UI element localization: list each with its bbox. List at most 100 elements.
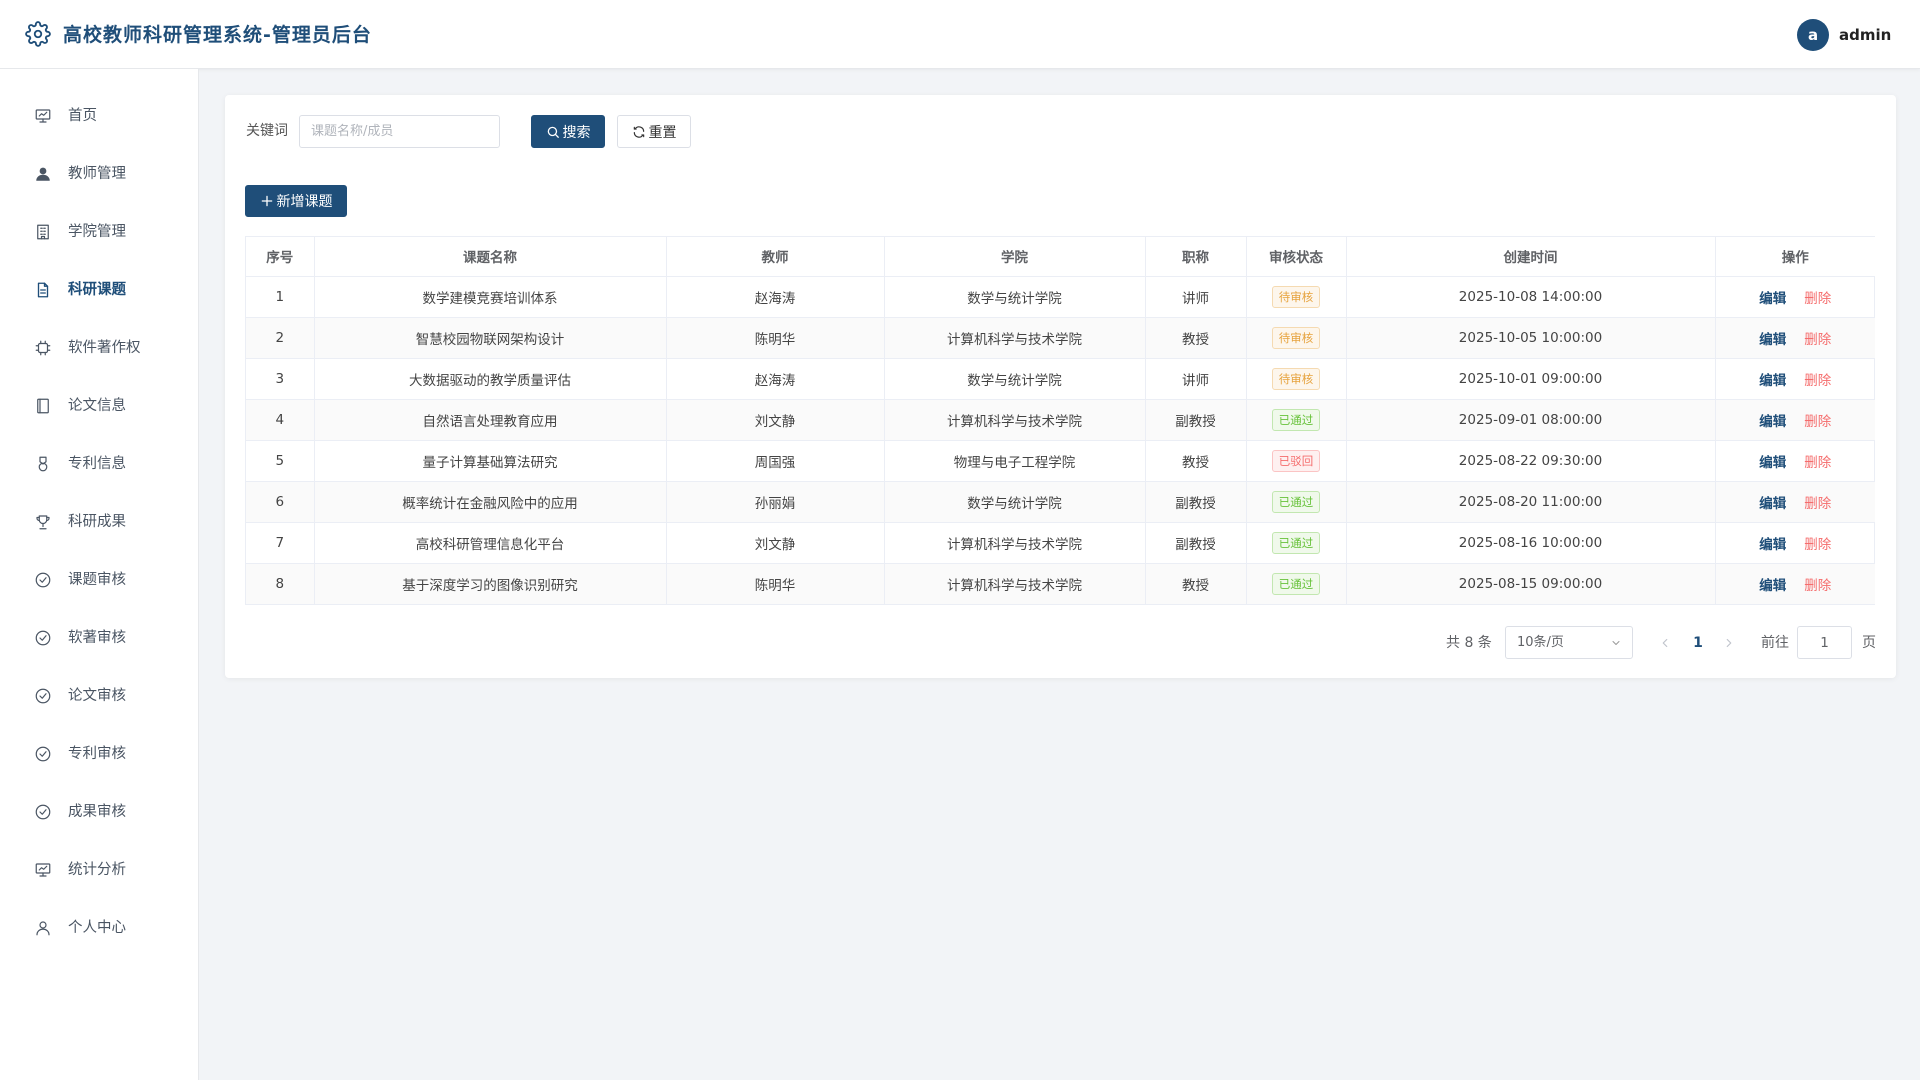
table-row: 6 概率统计在金融风险中的应用 孙丽娟 数学与统计学院 副教授 已通过 2025… [246,481,1875,523]
edit-link[interactable]: 编辑 [1759,537,1786,553]
edit-link[interactable]: 编辑 [1759,291,1786,307]
cell-created: 2025-08-22 09:30:00 [1346,440,1716,482]
sidebar-item-papers[interactable]: 论文信息 [0,381,199,431]
col-header-created[interactable]: 创建时间 [1346,237,1716,277]
col-header-name[interactable]: 课题名称 [314,237,667,277]
col-header-no[interactable]: 序号 [246,237,315,277]
sidebar-item-label: 学院管理 [68,224,126,240]
sidebar-item-patents[interactable]: 专利信息 [0,439,199,489]
cell-status: 已驳回 [1246,440,1347,482]
main-card: 关键词 搜索 重置 新增课题 序号 课题名称 教师 学院 职称 审 [225,95,1896,678]
refresh-icon [633,125,644,138]
cell-actions: 编辑 删除 [1715,522,1875,564]
chevron-down-icon [1612,641,1620,645]
col-header-college[interactable]: 学院 [884,237,1146,277]
cell-actions: 编辑 删除 [1715,481,1875,523]
col-header-status[interactable]: 审核状态 [1246,237,1347,277]
col-header-actions: 操作 [1715,237,1875,277]
cell-actions: 编辑 删除 [1715,317,1875,359]
chevron-right-icon[interactable] [1722,636,1736,650]
table-row: 2 智慧校园物联网架构设计 陈明华 计算机科学与技术学院 教授 待审核 2025… [246,317,1875,359]
cell-teacher: 刘文静 [666,399,885,441]
cell-no: 4 [246,399,315,441]
edit-link[interactable]: 编辑 [1759,496,1786,512]
sidebar-item-software-review[interactable]: 软著审核 [0,613,199,663]
cell-teacher: 赵海涛 [666,358,885,400]
sidebar-item-paper-review[interactable]: 论文审核 [0,671,199,721]
cell-created: 2025-10-08 14:00:00 [1346,276,1716,318]
cell-title: 教授 [1145,563,1247,604]
table-row: 5 量子计算基础算法研究 周国强 物理与电子工程学院 教授 已驳回 2025-0… [246,440,1875,482]
sidebar-item-patent-review[interactable]: 专利审核 [0,729,199,779]
sidebar-item-label: 软件著作权 [68,340,141,356]
sidebar-item-teachers[interactable]: 教师管理 [0,149,199,199]
col-header-teacher[interactable]: 教师 [666,237,885,277]
sidebar-item-colleges[interactable]: 学院管理 [0,207,199,257]
sidebar-item-achievement-review[interactable]: 成果审核 [0,787,199,837]
edit-link[interactable]: 编辑 [1759,578,1786,594]
sidebar-item-statistics[interactable]: 统计分析 [0,845,199,895]
edit-link[interactable]: 编辑 [1759,414,1786,430]
cell-title: 副教授 [1145,399,1247,441]
cell-status: 已通过 [1246,563,1347,604]
table-header-row: 序号 课题名称 教师 学院 职称 审核状态 创建时间 操作 [246,237,1875,277]
page-size-select[interactable]: 10条/页 [1505,626,1633,659]
col-header-title[interactable]: 职称 [1145,237,1247,277]
search-button[interactable]: 搜索 [531,115,605,148]
sidebar-item-profile[interactable]: 个人中心 [0,903,199,953]
status-badge: 待审核 [1271,367,1321,390]
sidebar-item-label: 首页 [68,108,97,124]
sidebar-item-label: 课题审核 [68,572,126,588]
delete-link[interactable]: 删除 [1804,537,1831,553]
delete-link[interactable]: 删除 [1804,291,1831,307]
delete-link[interactable]: 删除 [1804,496,1831,512]
user-icon [36,921,50,936]
status-badge: 已通过 [1271,408,1321,431]
cell-actions: 编辑 删除 [1715,440,1875,482]
delete-link[interactable]: 删除 [1804,373,1831,389]
table-row: 3 大数据驱动的教学质量评估 赵海涛 数学与统计学院 讲师 待审核 2025-1… [246,358,1875,400]
cell-status: 待审核 [1246,358,1347,400]
delete-link[interactable]: 删除 [1804,332,1831,348]
cell-status: 已通过 [1246,399,1347,441]
check-circle-icon [35,572,51,588]
edit-link[interactable]: 编辑 [1759,332,1786,348]
cell-name: 概率统计在金融风险中的应用 [314,481,667,523]
delete-link[interactable]: 删除 [1804,578,1831,594]
chevron-left-icon[interactable] [1658,636,1672,650]
cell-created: 2025-10-01 09:00:00 [1346,358,1716,400]
search-icon [547,126,559,138]
cell-actions: 编辑 删除 [1715,399,1875,441]
avatar[interactable]: a [1797,19,1829,51]
sidebar-item-project-review[interactable]: 课题审核 [0,555,199,605]
search-button-label: 搜索 [562,124,591,141]
keyword-input[interactable] [299,115,500,148]
status-badge: 已通过 [1271,490,1321,513]
delete-link[interactable]: 删除 [1804,414,1831,430]
sidebar-item-achievements[interactable]: 科研成果 [0,497,199,547]
delete-link[interactable]: 删除 [1804,455,1831,471]
edit-link[interactable]: 编辑 [1759,455,1786,471]
presentation-icon [35,863,51,877]
username[interactable]: admin [1839,24,1891,46]
sidebar-item-label: 论文审核 [68,688,126,704]
cell-title: 副教授 [1145,522,1247,564]
reset-button[interactable]: 重置 [617,115,691,148]
add-project-button[interactable]: 新增课题 [245,185,347,217]
edit-link[interactable]: 编辑 [1759,373,1786,389]
cell-name: 自然语言处理教育应用 [314,399,667,441]
cell-status: 已通过 [1246,481,1347,523]
cell-actions: 编辑 删除 [1715,563,1875,604]
app-title: 高校教师科研管理系统-管理员后台 [63,24,372,46]
status-badge: 待审核 [1271,285,1321,308]
sidebar: 首页 教师管理 学院管理 科研课题 软件著作权 论文信息 专利信息 科研成果 课… [0,69,199,1080]
sidebar-item-home[interactable]: 首页 [0,91,199,141]
cell-title: 教授 [1145,440,1247,482]
goto-page-input[interactable] [1797,626,1852,659]
sidebar-item-software-copyright[interactable]: 软件著作权 [0,323,199,373]
cell-title: 讲师 [1145,358,1247,400]
page-number-current[interactable]: 1 [1688,626,1708,660]
notebook-icon [37,398,49,414]
cell-teacher: 孙丽娟 [666,481,885,523]
sidebar-item-research-projects[interactable]: 科研课题 [0,265,199,315]
